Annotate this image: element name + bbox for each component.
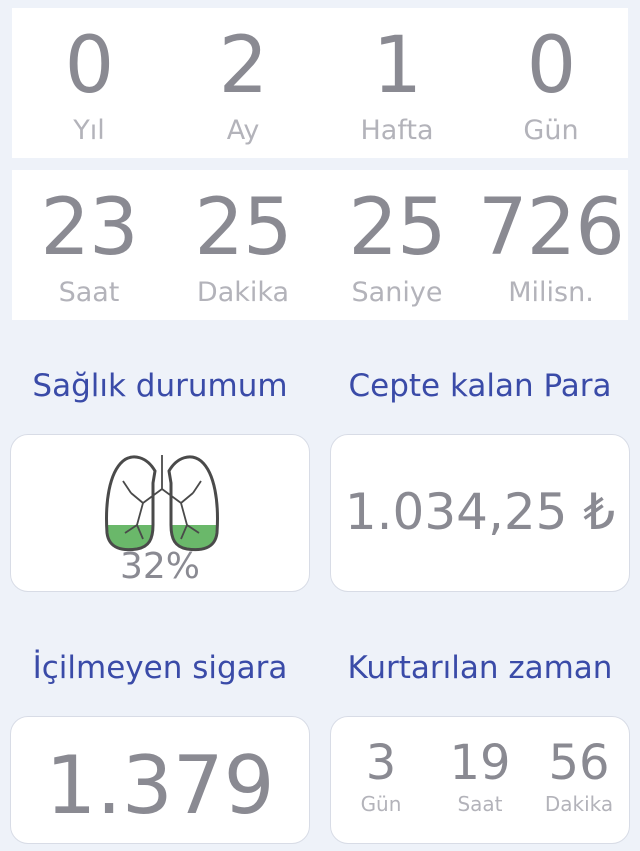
elapsed-years: 0 Yıl <box>12 8 166 158</box>
elapsed-weeks-label: Hafta <box>360 115 434 146</box>
elapsed-seconds-label: Saniye <box>351 277 443 308</box>
time-saved-days-value: 3 <box>365 735 397 791</box>
money-card[interactable]: 1.034,25 ₺ <box>330 434 630 592</box>
elapsed-months-value: 2 <box>218 21 269 111</box>
time-saved-hours-value: 19 <box>449 735 511 791</box>
elapsed-months: 2 Ay <box>166 8 320 158</box>
elapsed-time-panel-bottom: 23 Saat 25 Dakika 25 Saniye 726 Milisn. <box>12 170 628 320</box>
elapsed-hours: 23 Saat <box>12 170 166 320</box>
elapsed-years-label: Yıl <box>73 115 105 146</box>
elapsed-days-label: Gün <box>523 115 579 146</box>
elapsed-milliseconds-value: 726 <box>478 183 625 273</box>
elapsed-time-panel-top: 0 Yıl 2 Ay 1 Hafta 0 Gün <box>12 8 628 158</box>
elapsed-days-value: 0 <box>526 21 577 111</box>
elapsed-months-label: Ay <box>226 115 260 146</box>
time-saved-minutes-label: Dakika <box>544 792 614 816</box>
elapsed-minutes-value: 25 <box>194 183 292 273</box>
time-saved-minutes: 56 Dakika <box>534 735 624 817</box>
elapsed-milliseconds-label: Milisn. <box>508 277 594 308</box>
money-title: Cepte kalan Para <box>348 368 612 404</box>
time-saved-minutes-value: 56 <box>548 735 610 791</box>
health-percent: 32% <box>119 546 200 587</box>
lungs-icon <box>105 455 219 552</box>
time-saved-hours: 19 Saat <box>435 735 525 817</box>
elapsed-milliseconds: 726 Milisn. <box>474 170 628 320</box>
elapsed-hours-label: Saat <box>58 277 120 308</box>
time-saved-days-label: Gün <box>360 792 402 816</box>
elapsed-weeks-value: 1 <box>372 21 423 111</box>
money-value: 1.034,25 ₺ <box>344 483 616 541</box>
elapsed-days: 0 Gün <box>474 8 628 158</box>
time-saved-days: 3 Gün <box>336 735 426 817</box>
elapsed-hours-value: 23 <box>40 183 138 273</box>
time-saved-hours-label: Saat <box>457 792 503 816</box>
cigarettes-card[interactable]: 1.379 <box>10 716 310 844</box>
elapsed-years-value: 0 <box>64 21 115 111</box>
elapsed-seconds: 25 Saniye <box>320 170 474 320</box>
elapsed-minutes-label: Dakika <box>196 277 290 308</box>
time-saved-card[interactable]: 3 Gün 19 Saat 56 Dakika <box>330 716 630 844</box>
health-title: Sağlık durumum <box>32 368 288 404</box>
elapsed-seconds-value: 25 <box>348 183 446 273</box>
elapsed-minutes: 25 Dakika <box>166 170 320 320</box>
cigarettes-title: İçilmeyen sigara <box>32 650 288 686</box>
cigarettes-value: 1.379 <box>45 739 275 832</box>
health-card[interactable]: 32% <box>10 434 310 592</box>
elapsed-weeks: 1 Hafta <box>320 8 474 158</box>
time-saved-title: Kurtarılan zaman <box>347 650 613 686</box>
